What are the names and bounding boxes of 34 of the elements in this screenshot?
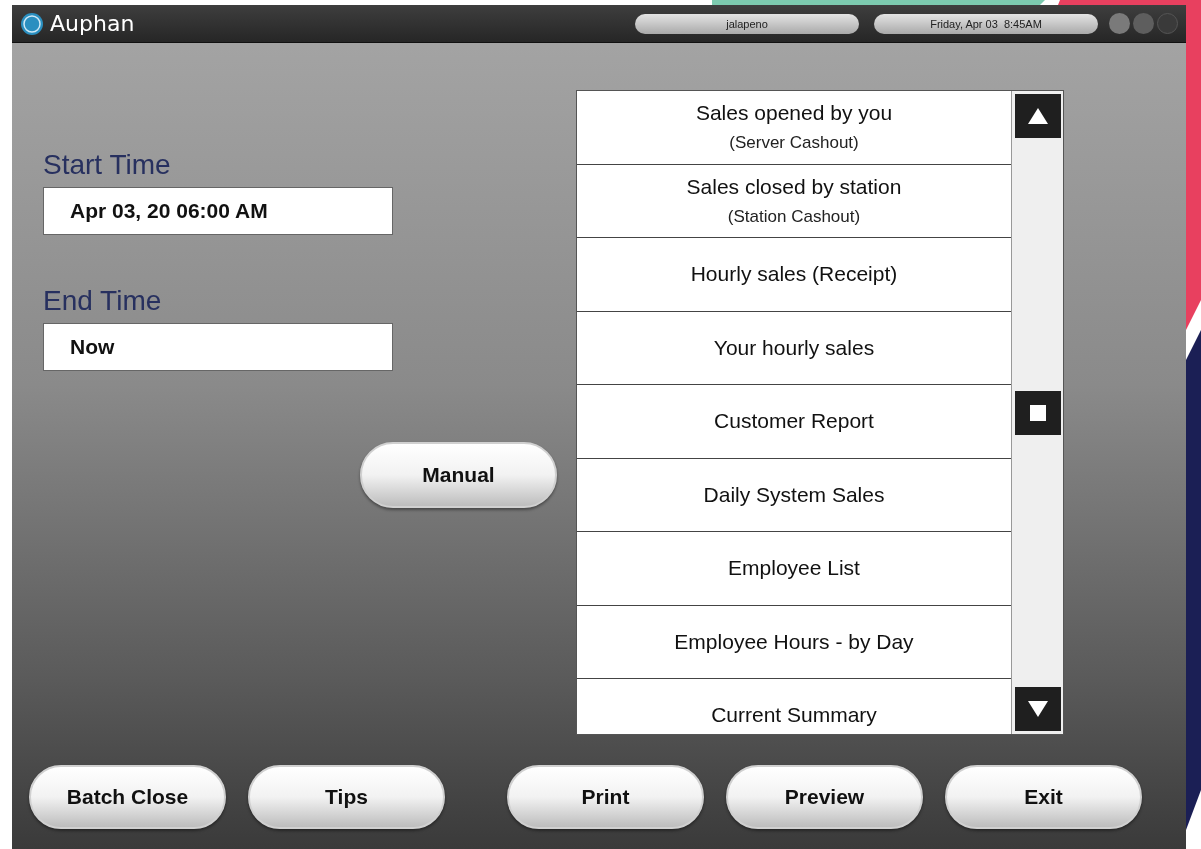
square-icon <box>1029 404 1046 421</box>
user-name-pill: jalapeno <box>635 13 859 34</box>
scroll-thumb[interactable] <box>1014 390 1061 435</box>
down-triangle-icon <box>1027 701 1048 717</box>
action-button[interactable]: Print <box>507 765 704 829</box>
status-light-icon <box>1157 13 1178 34</box>
end-time-label: End Time <box>43 285 163 318</box>
end-time-field[interactable]: Now <box>43 323 393 371</box>
report-subtitle: (Station Cashout) <box>727 206 861 227</box>
action-button[interactable]: Batch Close <box>29 765 226 829</box>
report-title: Hourly sales (Receipt) <box>690 262 898 287</box>
report-title: Sales opened by you <box>695 101 893 126</box>
manual-button[interactable]: Manual <box>360 442 557 508</box>
action-button[interactable]: Exit <box>945 765 1142 829</box>
report-title: Daily System Sales <box>703 482 885 507</box>
logo-icon <box>20 11 44 36</box>
status-light-icon <box>1133 13 1154 34</box>
start-time-field[interactable]: Apr 03, 20 06:00 AM <box>43 187 393 235</box>
scroll-down-button[interactable] <box>1014 687 1061 731</box>
up-triangle-icon <box>1027 108 1048 124</box>
report-title: Your hourly sales <box>713 335 875 360</box>
report-title: Employee Hours - by Day <box>674 629 914 654</box>
report-title: Employee List <box>728 556 860 581</box>
date-time-pill: Friday, Apr 03 8:45AM <box>874 13 1098 34</box>
report-subtitle: (Server Cashout) <box>729 133 859 154</box>
action-button[interactable]: Preview <box>726 765 923 829</box>
action-button[interactable]: Tips <box>248 765 445 829</box>
start-time-label: Start Time <box>43 149 172 182</box>
report-title: Current Summary <box>711 703 877 728</box>
report-title: Sales closed by station <box>686 174 902 199</box>
scroll-up-button[interactable] <box>1014 94 1061 138</box>
report-title: Customer Report <box>714 409 874 434</box>
status-light-icon <box>1109 13 1130 34</box>
logo-text: Auphan <box>50 11 135 36</box>
